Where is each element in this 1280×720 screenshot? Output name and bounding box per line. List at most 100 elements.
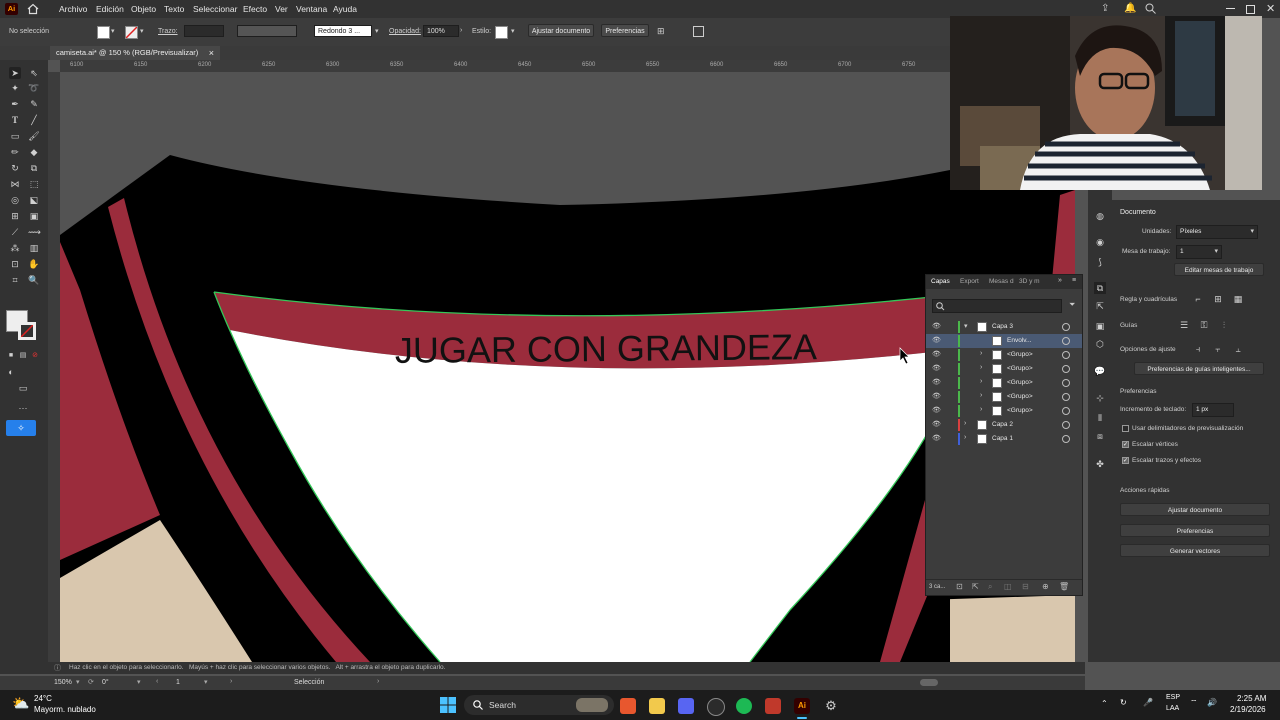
symbol-sprayer-icon[interactable]: ⁂ <box>9 242 21 254</box>
visibility-eye-icon[interactable]: 👁 <box>932 365 941 373</box>
close-tab-icon[interactable]: × <box>209 46 214 60</box>
free-transform-icon[interactable]: ⬚ <box>28 178 40 190</box>
layer-name[interactable]: Capa 2 <box>992 421 1013 428</box>
brush-dropdown-icon[interactable]: ▾ <box>375 27 379 35</box>
zoom-tool-icon[interactable]: 🔍 <box>28 274 40 286</box>
ruler-toggle-icon[interactable]: ⌐ <box>1192 293 1204 305</box>
visibility-eye-icon[interactable]: 👁 <box>932 337 941 345</box>
color-panel-icon[interactable]: ◍ <box>1094 210 1106 222</box>
artboard-tool-icon[interactable]: ⊡ <box>9 258 21 270</box>
keyboard-increment-input[interactable]: 1 px <box>1192 403 1234 417</box>
expand-arrow-icon[interactable]: › <box>980 378 982 385</box>
fit-document-button[interactable]: Ajustar documento <box>528 24 594 37</box>
shirt-artwork[interactable]: JUGAR CON GRANDEZA <box>60 72 950 662</box>
target-circle-icon[interactable] <box>1062 351 1070 359</box>
more-tools-icon[interactable]: ··· <box>17 402 29 414</box>
layer-name[interactable]: <Grupo> <box>1007 365 1033 372</box>
discord-icon[interactable] <box>678 698 694 714</box>
horizontal-ruler[interactable]: 6100 6150 6200 6250 6300 6350 6400 6450 … <box>60 60 950 72</box>
stroke-weight-field[interactable] <box>184 25 224 37</box>
color-mode-icon[interactable]: ■ <box>5 350 17 362</box>
edit-artboards-button[interactable]: Editar mesas de trabajo <box>1174 263 1264 276</box>
tray-sync-icon[interactable]: ↻ <box>1120 698 1127 707</box>
screen-mode-icon[interactable]: ▭ <box>17 382 29 394</box>
symbols-panel-icon[interactable]: ✤ <box>1094 458 1106 470</box>
transform-icon[interactable] <box>693 26 704 37</box>
weather-temp[interactable]: 24°C <box>34 694 52 703</box>
menu-texto[interactable]: Texto <box>164 4 184 14</box>
pathfinder-panel-icon[interactable]: ⧈ <box>1094 430 1106 442</box>
expand-arrow-icon[interactable]: › <box>980 350 982 357</box>
generate-vectors-button[interactable]: Generar vectores <box>1120 544 1270 557</box>
menu-efecto[interactable]: Efecto <box>243 4 267 14</box>
fill-swatch[interactable] <box>97 26 110 39</box>
visibility-eye-icon[interactable]: 👁 <box>932 435 941 443</box>
menu-objeto[interactable]: Objeto <box>131 4 156 14</box>
weather-desc[interactable]: Mayorm. nublado <box>34 705 96 714</box>
target-circle-icon[interactable] <box>1062 393 1070 401</box>
tab-capas[interactable]: Capas <box>931 278 950 285</box>
language-top[interactable]: ESP <box>1166 694 1180 701</box>
rotation-value[interactable]: 0° <box>102 679 109 686</box>
preferences-button[interactable]: Preferencias <box>601 24 649 37</box>
clock-date[interactable]: 2/19/2026 <box>1230 705 1266 714</box>
layers-panel-icon[interactable]: ⧉ <box>1094 282 1106 294</box>
tab-artboards[interactable]: Mesas d <box>989 278 1014 285</box>
rectangle-tool-icon[interactable]: ▭ <box>9 130 21 142</box>
target-circle-icon[interactable] <box>1062 421 1070 429</box>
artboard-canvas[interactable]: JUGAR CON GRANDEZA <box>60 72 950 662</box>
brush-definition-field[interactable]: Redondo 3 ... <box>314 25 372 37</box>
taskbar-search[interactable]: Search <box>464 695 614 715</box>
expand-arrow-icon[interactable]: › <box>964 434 966 441</box>
file-explorer-icon[interactable] <box>649 698 665 714</box>
stroke-dropdown-icon[interactable]: ▾ <box>140 27 144 35</box>
minimize-window-icon[interactable] <box>1226 8 1235 9</box>
layer-name[interactable]: <Grupo> <box>1007 351 1033 358</box>
layer-row[interactable]: 👁 › <Grupo> <box>926 376 1082 390</box>
snap-to-pixel-icon[interactable]: ⫠ <box>1232 343 1244 355</box>
layers-search-field[interactable] <box>932 299 1062 313</box>
panel-expand-icon[interactable]: » <box>1058 277 1062 284</box>
smart-guides-preferences-button[interactable]: Preferencias de guías inteligentes... <box>1134 362 1264 375</box>
scale-strokes-checkbox[interactable]: ✓ <box>1122 457 1129 464</box>
line-tool-icon[interactable]: ╱ <box>28 114 40 126</box>
tray-mic-icon[interactable]: 🎤 <box>1143 698 1153 707</box>
menu-ventana[interactable]: Ventana <box>296 4 327 14</box>
volume-icon[interactable]: 🔊 <box>1207 698 1217 707</box>
status-menu-arrow-icon[interactable]: › <box>377 678 379 685</box>
gradient-tool-icon[interactable]: ▣ <box>28 210 40 222</box>
horizontal-scrollbar[interactable] <box>920 679 938 686</box>
document-tab[interactable]: camiseta.ai* @ 150 % (RGB/Previsualizar)… <box>50 46 220 60</box>
menu-seleccionar[interactable]: Seleccionar <box>193 4 237 14</box>
transform-panel-icon[interactable]: ⊹ <box>1094 392 1106 404</box>
layer-row[interactable]: 👁 ▾ Capa 3 <box>926 320 1082 334</box>
home-icon[interactable] <box>27 3 39 15</box>
expand-arrow-icon[interactable]: › <box>964 420 966 427</box>
selection-tool-icon[interactable]: ➤ <box>9 67 21 79</box>
visibility-eye-icon[interactable]: 👁 <box>932 407 941 415</box>
layer-row[interactable]: 👁 › <Grupo> <box>926 362 1082 376</box>
visibility-eye-icon[interactable]: 👁 <box>932 351 941 359</box>
target-circle-icon[interactable] <box>1062 435 1070 443</box>
export-panel-icon[interactable]: ⇱ <box>1094 300 1106 312</box>
visibility-eye-icon[interactable]: 👁 <box>932 421 941 429</box>
target-circle-icon[interactable] <box>1062 379 1070 387</box>
type-tool-icon[interactable]: T <box>9 114 21 126</box>
artboard-dropdown-icon[interactable]: ▾ <box>204 678 208 686</box>
live-paint-icon[interactable]: ⬕ <box>28 194 40 206</box>
maximize-window-icon[interactable] <box>1246 5 1255 14</box>
share-icon[interactable]: ⇪ <box>1101 3 1113 15</box>
target-circle-icon[interactable] <box>1062 365 1070 373</box>
curvature-tool-icon[interactable]: ✎ <box>28 98 40 110</box>
preview-bounds-checkbox[interactable] <box>1122 425 1129 432</box>
layer-name[interactable]: Capa 3 <box>992 323 1013 330</box>
rotation-dropdown-icon[interactable]: ▾ <box>137 678 141 686</box>
quick-fit-document-button[interactable]: Ajustar documento <box>1120 503 1270 516</box>
layer-row[interactable]: 👁 › Capa 2 <box>926 418 1082 432</box>
snap-to-grid-icon[interactable]: ⫟ <box>1212 343 1224 355</box>
lasso-tool-icon[interactable]: ➰ <box>28 82 40 94</box>
show-guides-icon[interactable]: ☰ <box>1178 319 1190 331</box>
visibility-eye-icon[interactable]: 👁 <box>932 379 941 387</box>
vertical-ruler[interactable] <box>48 72 60 662</box>
fill-dropdown-icon[interactable]: ▾ <box>111 27 115 35</box>
